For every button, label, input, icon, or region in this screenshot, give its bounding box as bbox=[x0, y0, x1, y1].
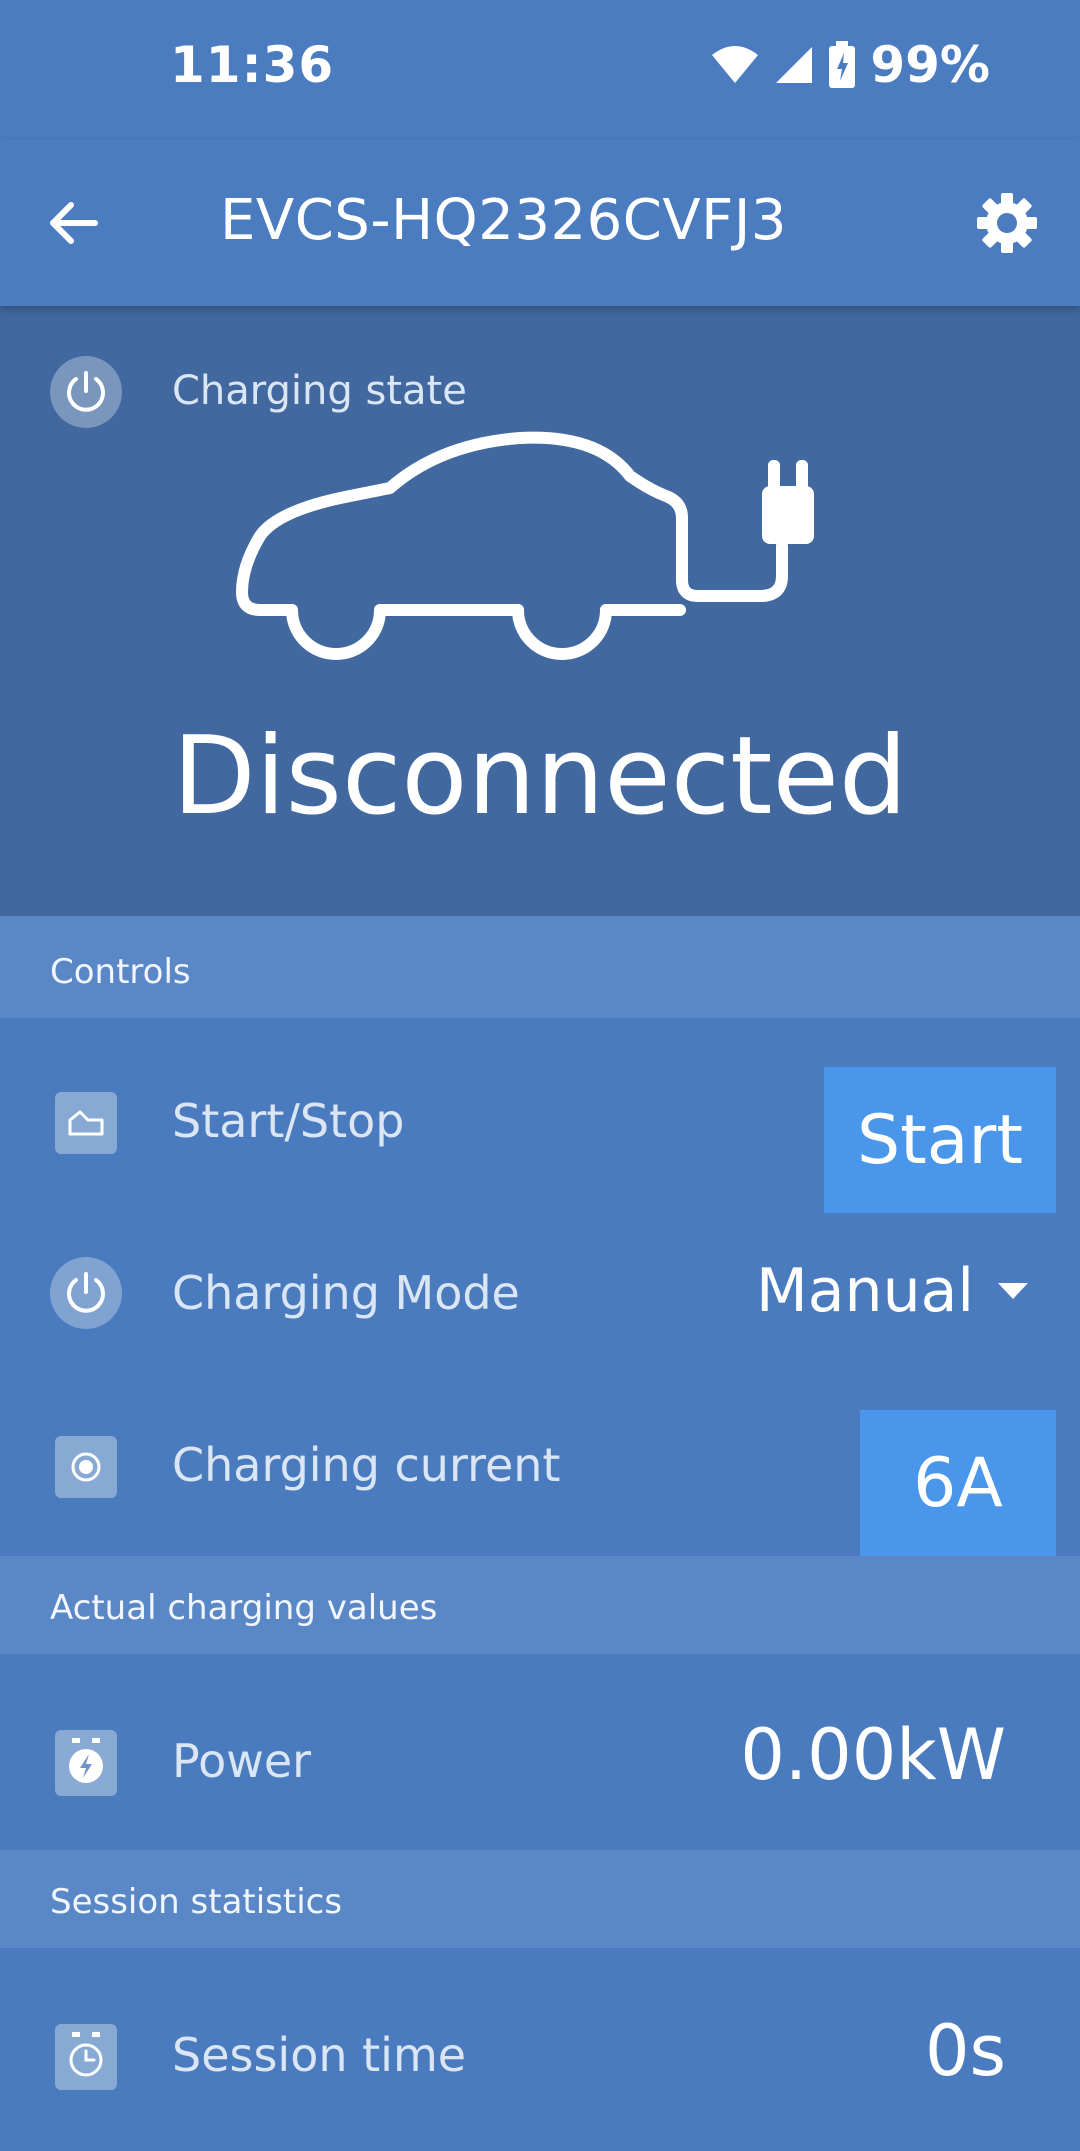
power-value: 0.00kW bbox=[740, 1714, 1006, 1796]
wifi-icon bbox=[712, 46, 759, 83]
charging-current-button[interactable]: 6A bbox=[860, 1410, 1056, 1556]
signal-icon bbox=[776, 47, 813, 83]
power-label: Power bbox=[172, 1734, 312, 1788]
charging-mode-label: Charging Mode bbox=[172, 1266, 520, 1320]
section-title-controls: Controls bbox=[50, 952, 191, 992]
status-icons: 99% bbox=[710, 36, 990, 94]
start-stop-label: Start/Stop bbox=[172, 1094, 405, 1148]
car-plug-icon bbox=[236, 431, 814, 660]
gear-icon bbox=[977, 193, 1037, 253]
charging-mode-value: Manual bbox=[756, 1256, 975, 1326]
app-bar: EVCS-HQ2326CVFJ3 bbox=[0, 140, 1080, 306]
power-icon bbox=[50, 356, 122, 428]
charging-current-label: Charging current bbox=[172, 1438, 561, 1492]
section-header-session: Session statistics bbox=[0, 1850, 1080, 1948]
start-button[interactable]: Start bbox=[824, 1067, 1056, 1213]
status-time: 11:36 bbox=[170, 36, 335, 94]
caret-down-icon bbox=[998, 1283, 1029, 1299]
arrow-left-icon bbox=[50, 202, 98, 244]
status-bar: 11:36 99% bbox=[0, 0, 1080, 140]
charging-mode-dropdown[interactable]: Manual bbox=[756, 1256, 1030, 1326]
session-time-value: 0s bbox=[924, 2010, 1006, 2092]
charging-state-label: Charging state bbox=[172, 368, 467, 414]
charging-mode-icon bbox=[50, 1257, 122, 1329]
charging-current-icon bbox=[55, 1436, 117, 1498]
section-header-controls: Controls bbox=[0, 916, 1080, 1018]
battery-icon bbox=[829, 41, 856, 88]
section-title-session: Session statistics bbox=[50, 1882, 343, 1922]
settings-button[interactable] bbox=[970, 186, 1044, 260]
section-header-actual: Actual charging values bbox=[0, 1556, 1080, 1654]
start-stop-icon bbox=[55, 1092, 117, 1154]
charging-state-panel: Charging state Disconnected bbox=[0, 306, 1080, 916]
back-button[interactable] bbox=[40, 190, 106, 256]
page-title: EVCS-HQ2326CVFJ3 bbox=[220, 188, 788, 253]
section-title-actual: Actual charging values bbox=[50, 1588, 438, 1628]
power-meter-icon bbox=[55, 1730, 117, 1796]
session-time-label: Session time bbox=[172, 2028, 467, 2082]
battery-percent: 99% bbox=[870, 36, 990, 94]
charging-state-value: Disconnected bbox=[172, 714, 908, 839]
clock-icon bbox=[55, 2024, 117, 2090]
